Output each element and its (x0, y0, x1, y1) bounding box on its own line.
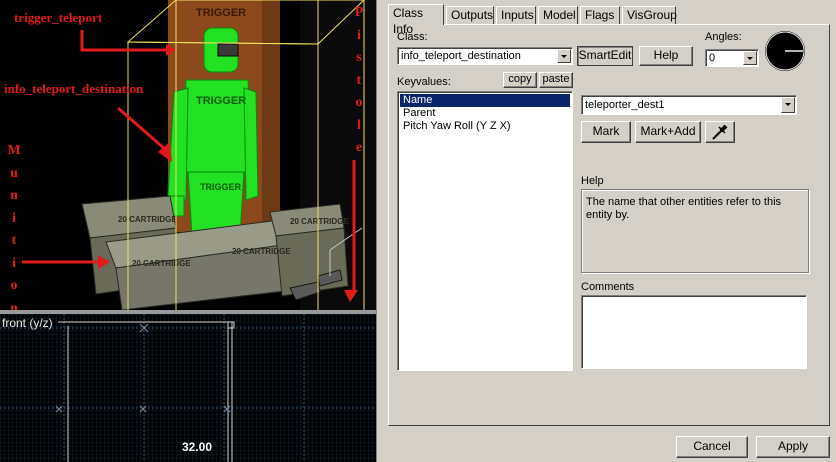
angles-value: 0 (709, 52, 716, 64)
editor-viewports: TRIGGER TRIGGER TRIGGER 20 CARTRIDGE 20 … (0, 0, 376, 462)
viewport-2d-front[interactable]: front (y/z) 32.00 (0, 314, 376, 462)
ammo-texture-3: 20 CARTRIDGE (118, 215, 177, 224)
annotation-letter: i (12, 255, 16, 271)
cancel-button[interactable]: Cancel (676, 436, 748, 458)
help-box: The name that other entities refer to th… (581, 189, 809, 273)
chevron-down-icon[interactable] (781, 97, 795, 113)
help-section-label: Help (581, 175, 604, 187)
annotation-letter: t (11, 233, 17, 248)
annotation-letter: u (10, 165, 18, 181)
list-item[interactable]: Parent (400, 107, 570, 120)
tab-flags[interactable]: Flags (580, 6, 620, 24)
angles-dropdown[interactable]: 0 (705, 49, 759, 67)
annotation-letter: e (355, 140, 363, 155)
chevron-down-icon[interactable] (557, 49, 571, 63)
annotation-pistolen: P i s t o l e (352, 2, 366, 160)
apply-button[interactable]: Apply (756, 436, 830, 458)
class-info-panel: Class: info_teleport_destination SmartEd… (388, 24, 830, 426)
annotation-munition: M u n i t i o n (7, 140, 21, 310)
annotation-letter: o (355, 95, 363, 110)
object-properties-dialog: Class Info Outputs Inputs Model Flags Vi… (384, 0, 836, 462)
eyedropper-button[interactable] (705, 121, 735, 143)
angles-label: Angles: (705, 31, 742, 43)
ammo-texture-1: 20 CARTRIDGE (132, 259, 191, 268)
annotation-letter: n (10, 188, 18, 203)
keyvalues-label: Keyvalues: (397, 76, 451, 88)
mark-add-button[interactable]: Mark+Add (635, 121, 701, 143)
annotation-letter: o (10, 278, 18, 293)
eyedropper-icon (712, 124, 728, 140)
tab-outputs[interactable]: Outputs (446, 6, 494, 24)
help-text: The name that other entities refer to th… (586, 196, 782, 221)
trigger-volume-side (262, 0, 280, 232)
annotation-trigger-teleport: trigger_teleport (14, 10, 103, 25)
dimension-label: 32.00 (182, 440, 213, 454)
tab-class-info[interactable]: Class Info (388, 4, 444, 36)
scene-render: TRIGGER TRIGGER TRIGGER 20 CARTRIDGE 20 … (0, 0, 376, 310)
list-item[interactable]: Name (400, 94, 570, 107)
paste-button[interactable]: paste (539, 72, 573, 88)
keyvalue-value-dropdown[interactable]: teleporter_dest1 (581, 95, 797, 115)
annotation-letter: i (357, 27, 361, 43)
trigger-texture-chest: TRIGGER (196, 95, 246, 107)
comments-label: Comments (581, 281, 635, 293)
tab-model[interactable]: Model (538, 6, 578, 24)
annotation-info-teleport-destination: info_teleport_destination (4, 81, 144, 96)
list-item[interactable]: Pitch Yaw Roll (Y Z X) (400, 120, 570, 133)
keyvalues-list[interactable]: Name Parent Pitch Yaw Roll (Y Z X) (397, 91, 573, 371)
ammo-texture-4: 20 CARTRIDGE (290, 217, 349, 226)
comments-value (582, 296, 806, 300)
trigger-texture-top: TRIGGER (196, 7, 246, 19)
chevron-down-icon[interactable] (743, 51, 757, 65)
ammo-texture-2: 20 CARTRIDGE (232, 247, 291, 256)
window-separator (376, 0, 384, 462)
annotation-letter: M (7, 143, 21, 158)
mark-button[interactable]: Mark (581, 121, 631, 143)
annotation-letter: s (356, 50, 362, 65)
viewport-2d-label[interactable]: front (y/z) (2, 316, 53, 330)
annotation-letter: i (12, 210, 16, 226)
annotation-letter: l (357, 117, 361, 133)
comments-field[interactable] (581, 295, 807, 369)
copy-button[interactable]: copy (503, 72, 537, 88)
trigger-texture-belt: TRIGGER (200, 182, 242, 192)
angle-dial-icon[interactable] (763, 29, 807, 73)
viewport-3d[interactable]: TRIGGER TRIGGER TRIGGER 20 CARTRIDGE 20 … (0, 0, 376, 310)
annotation-letter: P (354, 5, 364, 20)
help-button[interactable]: Help (639, 46, 693, 66)
keyvalue-value: teleporter_dest1 (585, 99, 665, 111)
tab-inputs[interactable]: Inputs (496, 6, 536, 24)
smartedit-toggle[interactable]: SmartEdit (577, 46, 633, 66)
class-dropdown[interactable]: info_teleport_destination (397, 47, 573, 65)
class-value: info_teleport_destination (401, 50, 521, 62)
annotation-letter: t (356, 72, 362, 88)
tab-visgroup[interactable]: VisGroup (622, 6, 677, 24)
annotation-letter: n (10, 300, 18, 311)
